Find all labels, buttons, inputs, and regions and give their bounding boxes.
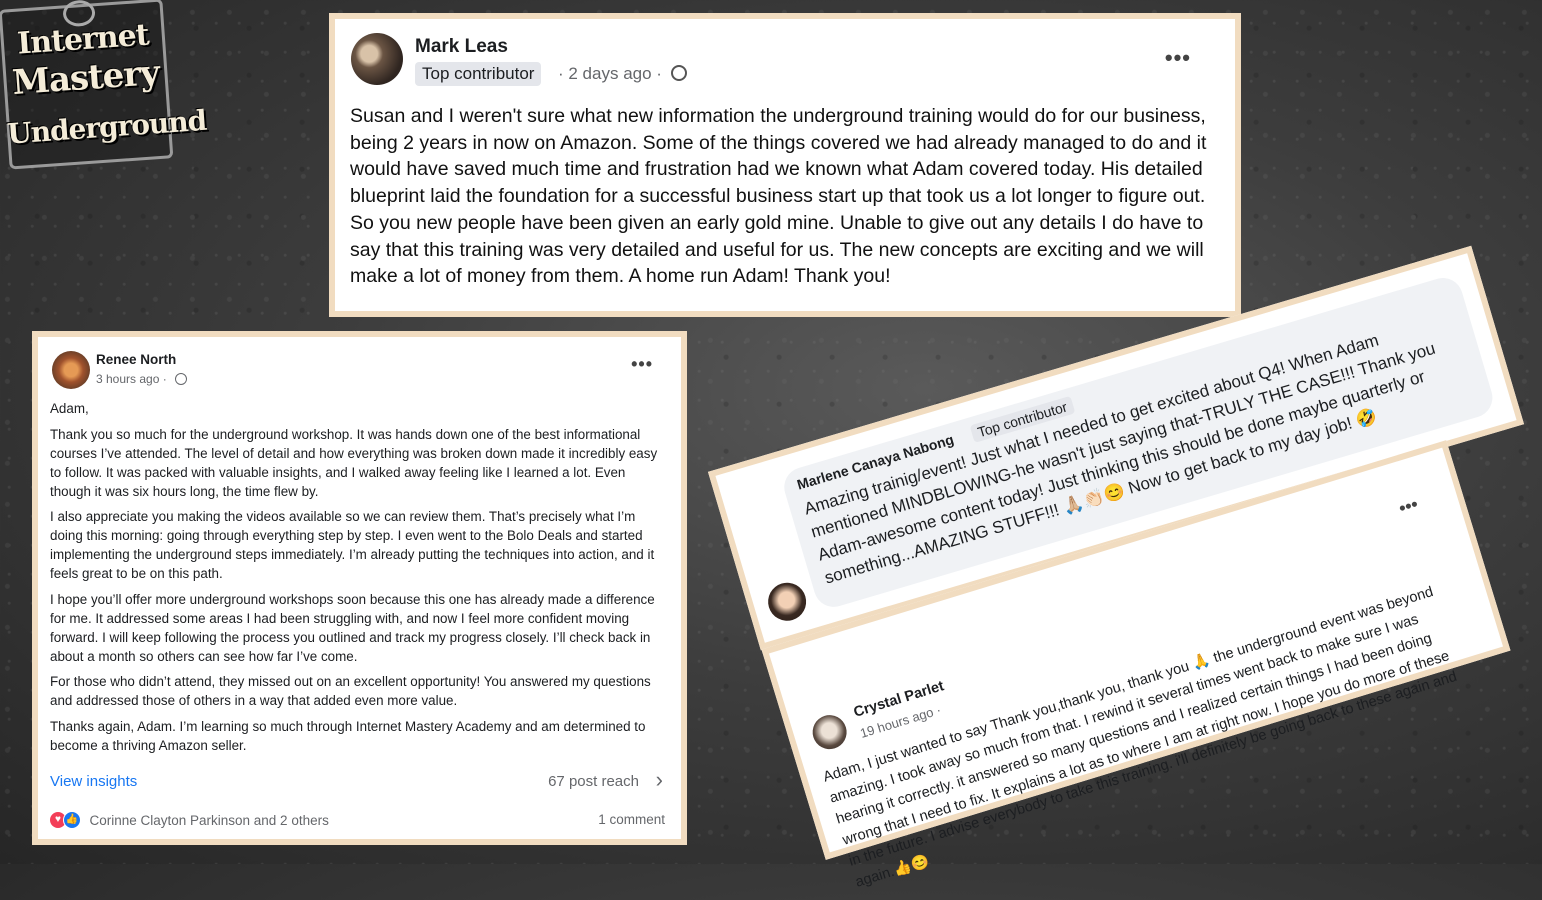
globe-icon [175, 373, 187, 385]
more-options-icon[interactable]: ••• [1396, 494, 1420, 520]
reactions-names: Corinne Clayton Parkinson and 2 others [89, 812, 329, 828]
reactions-summary[interactable]: ♥ 👍 Corinne Clayton Parkinson and 2 other… [50, 811, 329, 829]
post-renee-north: Renee North 3 hours ago · ••• Adam, Than… [32, 331, 687, 845]
globe-icon [671, 65, 687, 81]
author-name[interactable]: Mark Leas [415, 36, 508, 58]
internet-mastery-underground-logo: Internet Mastery Underground [0, 0, 207, 170]
post-mark-leas: Mark Leas Top contributor · 2 days ago ·… [329, 13, 1241, 317]
view-insights-link[interactable]: View insights [50, 773, 137, 790]
post-paragraph: Adam, [50, 401, 89, 416]
post-timestamp[interactable]: · 2 days ago · [558, 64, 662, 84]
post-paragraph: Thanks again, Adam. I’m learning so much… [50, 718, 646, 753]
like-reaction-icon: 👍 [63, 811, 81, 829]
author-name[interactable]: Renee North [96, 352, 176, 367]
post-reach-count[interactable]: 67 post reach [548, 773, 639, 790]
top-contributor-badge: Top contributor [415, 62, 542, 86]
post-paragraph: Thank you so much for the underground wo… [50, 426, 658, 499]
more-options-icon[interactable]: ••• [631, 355, 653, 373]
post-paragraph: For those who didn’t attend, they missed… [50, 674, 651, 708]
comments-count[interactable]: 1 comment [598, 812, 665, 827]
post-paragraph: I hope you’ll offer more underground wor… [50, 591, 655, 664]
avatar[interactable] [763, 578, 811, 626]
post-text: Susan and I weren't sure what new inform… [350, 105, 1207, 288]
post-body: Adam, Thank you so much for the undergro… [50, 399, 670, 761]
chevron-right-icon[interactable]: › [656, 767, 663, 793]
avatar[interactable] [351, 33, 403, 85]
avatar[interactable] [52, 351, 90, 389]
avatar[interactable] [808, 710, 851, 754]
post-paragraph: I also appreciate you making the videos … [50, 509, 655, 581]
post-timestamp[interactable]: 3 hours ago · [96, 372, 167, 386]
more-options-icon[interactable]: ••• [1165, 47, 1191, 69]
